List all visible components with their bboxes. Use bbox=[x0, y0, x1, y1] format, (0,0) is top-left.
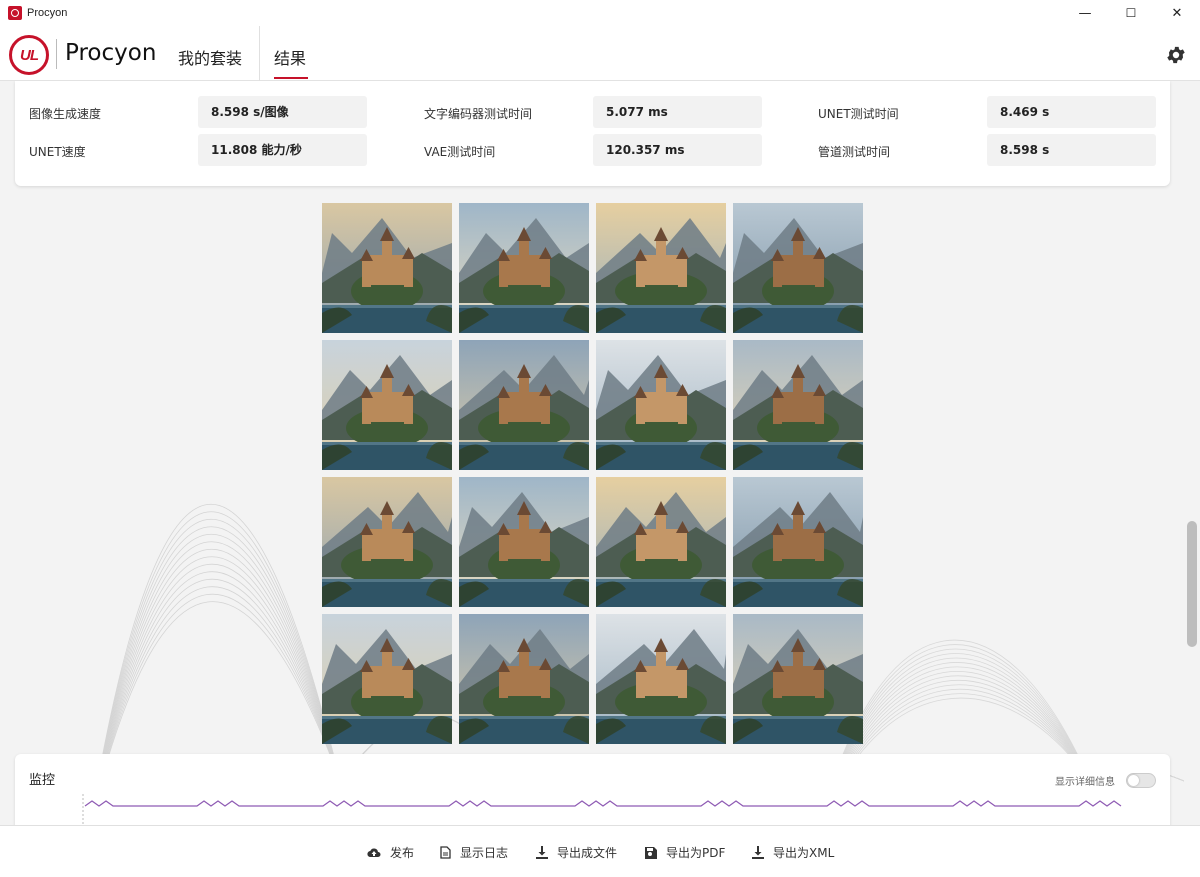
gear-icon[interactable] bbox=[1165, 44, 1187, 66]
metric-value: 8.598 s bbox=[987, 134, 1156, 166]
minimize-button[interactable]: — bbox=[1062, 0, 1108, 26]
show-details-toggle[interactable] bbox=[1126, 773, 1156, 788]
maximize-button[interactable]: ☐ bbox=[1108, 0, 1154, 26]
download-icon bbox=[536, 846, 548, 859]
monitor-series-line bbox=[84, 800, 1122, 807]
nav-divider bbox=[259, 26, 260, 81]
metric-value: 5.077 ms bbox=[593, 96, 762, 128]
castle-landscape-image bbox=[459, 340, 589, 470]
export-file-label: 导出成文件 bbox=[557, 846, 618, 860]
castle-landscape-image bbox=[596, 477, 726, 607]
document-icon bbox=[440, 846, 451, 859]
download-icon bbox=[752, 846, 764, 859]
castle-landscape-image bbox=[459, 614, 589, 744]
generated-image-gallery bbox=[322, 203, 863, 744]
export-xml-button[interactable]: 导出为XML bbox=[752, 844, 834, 861]
castle-landscape-image bbox=[596, 203, 726, 333]
action-footer: 发布 显示日志 导出成文件 导出为PDF 导出为XML bbox=[0, 825, 1200, 877]
metric-value: 8.469 s bbox=[987, 96, 1156, 128]
show-log-button[interactable]: 显示日志 bbox=[440, 844, 508, 861]
vertical-scrollbar[interactable] bbox=[1184, 81, 1200, 825]
castle-landscape-image bbox=[322, 477, 452, 607]
export-xml-label: 导出为XML bbox=[773, 846, 835, 860]
metric-value: 8.598 s/图像 bbox=[198, 96, 367, 128]
castle-landscape-image bbox=[459, 203, 589, 333]
metric-label: VAE测试时间 bbox=[424, 145, 496, 159]
export-pdf-button[interactable]: 导出为PDF bbox=[645, 844, 725, 861]
castle-landscape-image bbox=[733, 203, 863, 333]
metric-value: 120.357 ms bbox=[593, 134, 762, 166]
show-log-label: 显示日志 bbox=[460, 846, 509, 860]
logo-divider bbox=[56, 39, 57, 69]
export-pdf-label: 导出为PDF bbox=[666, 846, 726, 860]
app-header: UL Procyon 我的套装 结果 bbox=[0, 26, 1200, 81]
metric-label: UNET测试时间 bbox=[818, 107, 899, 121]
metric-label: 管道测试时间 bbox=[818, 145, 891, 159]
cloud-upload-icon bbox=[367, 847, 381, 857]
castle-landscape-image bbox=[322, 340, 452, 470]
castle-landscape-image bbox=[733, 614, 863, 744]
metric-label: 图像生成速度 bbox=[29, 107, 102, 121]
monitoring-panel: 监控 显示详细信息 bbox=[15, 754, 1170, 825]
castle-landscape-image bbox=[596, 340, 726, 470]
brand-name: Procyon bbox=[65, 40, 157, 66]
scrollbar-thumb[interactable] bbox=[1187, 521, 1197, 647]
metric-value: 11.808 能力/秒 bbox=[198, 134, 367, 166]
castle-landscape-image bbox=[733, 477, 863, 607]
close-button[interactable]: ✕ bbox=[1154, 0, 1200, 26]
metric-label: UNET速度 bbox=[29, 145, 86, 159]
monitor-graph bbox=[82, 794, 1122, 824]
active-tab-indicator bbox=[274, 77, 308, 79]
export-file-button[interactable]: 导出成文件 bbox=[536, 844, 617, 861]
window-titlebar: Procyon — ☐ ✕ bbox=[0, 0, 1200, 26]
castle-landscape-image bbox=[322, 203, 452, 333]
app-icon bbox=[8, 6, 22, 20]
castle-landscape-image bbox=[733, 340, 863, 470]
save-icon bbox=[645, 846, 657, 859]
publish-button[interactable]: 发布 bbox=[367, 844, 414, 861]
results-content[interactable]: 图像生成速度 8.598 s/图像 文字编码器测试时间 5.077 ms UNE… bbox=[0, 81, 1184, 825]
logo-text: UL bbox=[20, 46, 39, 64]
monitor-title: 监控 bbox=[29, 773, 56, 788]
castle-landscape-image bbox=[322, 614, 452, 744]
tab-my-suites[interactable]: 我的套装 bbox=[178, 45, 242, 69]
ul-logo: UL bbox=[9, 35, 49, 75]
tab-results[interactable]: 结果 bbox=[274, 45, 306, 69]
metrics-card: 图像生成速度 8.598 s/图像 文字编码器测试时间 5.077 ms UNE… bbox=[15, 81, 1170, 186]
window-controls: — ☐ ✕ bbox=[1062, 0, 1200, 26]
castle-landscape-image bbox=[596, 614, 726, 744]
castle-landscape-image bbox=[459, 477, 589, 607]
show-details-label: 显示详细信息 bbox=[1055, 777, 1115, 788]
window-title: Procyon bbox=[27, 7, 68, 19]
publish-label: 发布 bbox=[390, 846, 415, 860]
metric-label: 文字编码器测试时间 bbox=[424, 107, 533, 121]
